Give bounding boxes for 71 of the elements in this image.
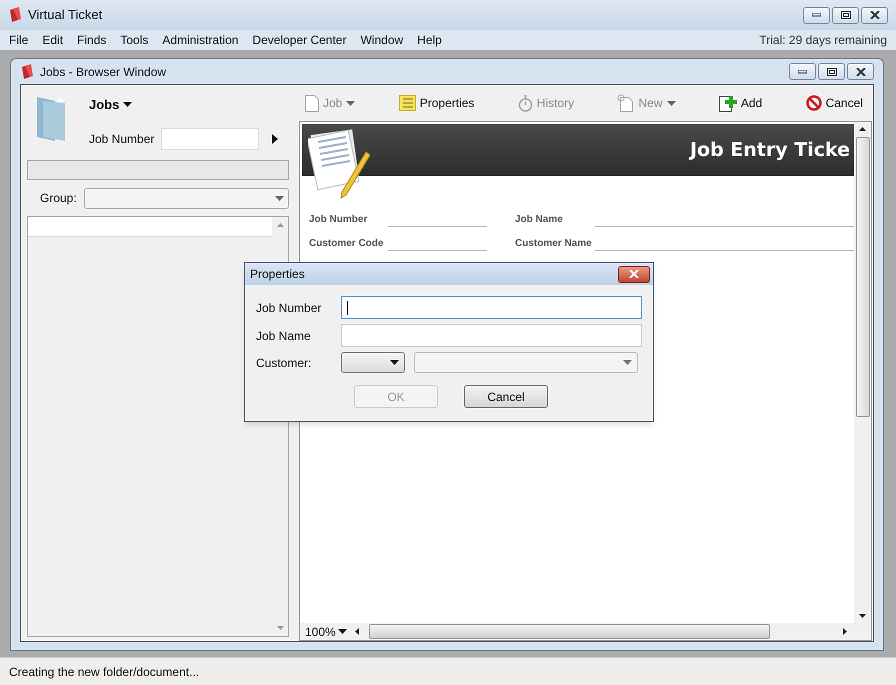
cancel-icon — [806, 95, 822, 111]
go-arrow-icon[interactable] — [272, 134, 278, 144]
minimize-button[interactable] — [803, 6, 830, 24]
ticket-field-label: Job Number — [309, 213, 368, 227]
caret-icon — [666, 100, 676, 106]
ticket-field-label: Customer Name — [515, 237, 593, 251]
close-icon — [629, 270, 639, 278]
scroll-left-icon[interactable] — [355, 628, 359, 635]
scroll-thumb[interactable] — [856, 137, 870, 417]
caret-icon — [275, 196, 284, 200]
minimize-icon — [798, 70, 807, 74]
menu-item[interactable]: Edit — [42, 31, 64, 49]
menu-item[interactable]: Help — [417, 31, 442, 49]
restore-icon — [826, 68, 836, 76]
text-field[interactable] — [341, 296, 642, 319]
document-icon — [305, 94, 319, 112]
toolbar-button[interactable]: Properties — [398, 94, 474, 112]
notepad-icon — [398, 95, 416, 111]
dialog-title: Properties — [250, 266, 305, 283]
scroll-up-icon[interactable] — [859, 127, 866, 131]
caret-icon — [123, 102, 132, 108]
menu-item[interactable]: File — [9, 31, 28, 49]
toolbar-button[interactable]: Add — [718, 94, 762, 112]
close-button[interactable] — [618, 266, 650, 282]
toolbar-button[interactable]: Cancel — [806, 94, 863, 112]
menu-item[interactable]: Administration — [162, 31, 238, 49]
minimize-icon — [812, 13, 821, 17]
text-field[interactable] — [341, 324, 642, 347]
app-logo-icon — [8, 7, 22, 23]
close-icon — [856, 68, 866, 76]
field-label: Job Number — [89, 130, 154, 148]
folder-menu[interactable]: Jobs — [89, 95, 278, 114]
menu-item[interactable]: Developer Center — [252, 31, 346, 49]
ticket-field-label: Customer Code — [309, 237, 384, 251]
notepad-pencil-drawing — [308, 128, 370, 200]
field-label: Job Name — [256, 328, 312, 344]
caret-icon — [623, 360, 632, 365]
close-icon — [870, 11, 880, 19]
customer-code-select[interactable] — [341, 352, 405, 373]
field-label: Job Number — [256, 300, 322, 316]
ticket-field-label: Job Name — [515, 213, 564, 227]
add-document-icon — [718, 94, 737, 112]
restore-button[interactable] — [818, 63, 845, 80]
close-button[interactable] — [861, 6, 888, 24]
trial-notice: Trial: 29 days remaining — [759, 32, 887, 49]
scroll-thumb[interactable] — [369, 624, 770, 639]
stopwatch-icon — [518, 94, 533, 112]
restore-button[interactable] — [832, 6, 859, 24]
group-label: Group: — [40, 190, 77, 207]
menu-item[interactable]: Window — [360, 31, 404, 49]
caret-icon — [338, 629, 347, 634]
restore-icon — [840, 11, 850, 19]
text-cursor — [347, 300, 348, 314]
field-label: Customer: — [256, 354, 312, 372]
scroll-right-icon[interactable] — [843, 628, 847, 635]
close-button[interactable] — [847, 63, 874, 80]
dialog-button[interactable]: Cancel — [464, 385, 548, 408]
minimize-button[interactable] — [789, 63, 816, 80]
status-text: Creating the new folder/document... — [9, 664, 200, 680]
job-number-field[interactable] — [161, 128, 260, 150]
ticket-title: Job Entry Ticke — [690, 138, 850, 163]
menu-item[interactable]: Finds — [77, 31, 106, 49]
app-logo-icon — [20, 64, 34, 80]
caret-icon — [390, 360, 399, 365]
scroll-down-icon[interactable] — [859, 614, 866, 618]
new-document-icon — [617, 94, 634, 112]
zoom-select[interactable]: 100% — [300, 622, 355, 640]
menu-item[interactable]: Tools — [120, 31, 148, 49]
window-title: Virtual Ticket — [28, 6, 102, 24]
browser-window-title: Jobs - Browser Window — [40, 64, 166, 80]
caret-icon — [346, 100, 356, 106]
